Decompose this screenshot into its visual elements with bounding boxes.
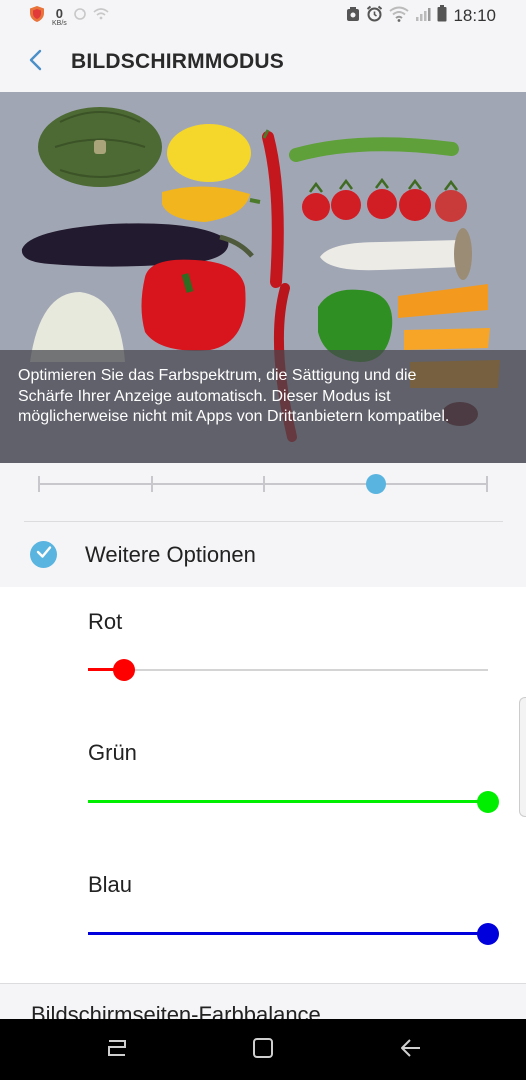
- green-label: Grün: [88, 740, 137, 765]
- mode-slider-tick: [38, 476, 40, 492]
- screenshot-icon: [346, 6, 360, 27]
- chevron-left-icon: [28, 49, 44, 76]
- home-button[interactable]: [246, 1033, 280, 1067]
- battery-icon: [437, 5, 447, 27]
- screen-mode-slider[interactable]: [38, 470, 488, 500]
- recent-apps-button[interactable]: [100, 1033, 134, 1067]
- app-header: BILDSCHIRMMODUS: [0, 32, 526, 92]
- preview-caption-text: Optimieren Sie das Farbspektrum, die Sät…: [18, 367, 450, 425]
- blue-label: Blau: [88, 872, 133, 897]
- checkbox-further-options[interactable]: [30, 541, 57, 568]
- home-icon: [252, 1037, 274, 1064]
- checkmark-icon: [36, 545, 52, 564]
- mode-slider-tick: [486, 476, 488, 492]
- back-button[interactable]: [20, 46, 52, 78]
- green-slider-thumb[interactable]: [477, 791, 499, 813]
- page-title: BILDSCHIRMMODUS: [71, 50, 284, 73]
- recent-apps-icon: [105, 1037, 129, 1064]
- wifi-icon: [389, 6, 410, 27]
- red-slider[interactable]: [88, 655, 500, 685]
- edge-panel-handle[interactable]: [519, 697, 526, 817]
- status-bar: 0 KB/s 18:10: [0, 0, 526, 32]
- blue-slider-thumb[interactable]: [477, 923, 499, 945]
- mode-slider-tick: [263, 476, 265, 492]
- edge-color-balance-item[interactable]: Bildschirmseiten-Farbbalance: [0, 983, 526, 1020]
- mode-slider-thumb[interactable]: [366, 474, 386, 494]
- network-speed-value: 0: [55, 5, 64, 21]
- network-speed: 0 KB/s: [52, 7, 67, 27]
- status-right: 18:10: [346, 5, 496, 27]
- divider: [24, 521, 503, 522]
- further-options-row[interactable]: Weitere Optionen: [0, 523, 526, 587]
- sync-icon: [73, 7, 87, 26]
- red-slider-thumb[interactable]: [113, 659, 135, 681]
- further-options-label: Weitere Optionen: [85, 542, 256, 567]
- green-slider[interactable]: [88, 787, 500, 817]
- nav-back-button[interactable]: [394, 1033, 428, 1067]
- red-label: Rot: [88, 609, 123, 634]
- edge-color-balance-label: Bildschirmseiten-Farbbalance: [31, 1002, 321, 1020]
- clock-time: 18:10: [453, 6, 496, 25]
- red-slider-track: [88, 669, 488, 671]
- green-slider-fill: [88, 800, 488, 803]
- network-speed-unit: KB/s: [52, 19, 67, 27]
- blue-slider-fill: [88, 932, 488, 935]
- back-arrow-icon: [399, 1037, 423, 1064]
- wifi-off-icon: [93, 7, 109, 26]
- preview-image: Optimieren Sie das Farbspektrum, die Sät…: [0, 92, 526, 463]
- blue-slider[interactable]: [88, 919, 500, 949]
- status-left: 0 KB/s: [28, 5, 109, 28]
- navigation-bar: [0, 1019, 526, 1080]
- shield-icon: [28, 5, 46, 28]
- preview-caption: Optimieren Sie das Farbspektrum, die Sät…: [0, 350, 526, 463]
- color-adjustment-panel: Rot Grün Blau: [0, 587, 526, 983]
- signal-icon: [415, 6, 431, 27]
- mode-slider-tick: [151, 476, 153, 492]
- alarm-clock-icon: [366, 5, 383, 27]
